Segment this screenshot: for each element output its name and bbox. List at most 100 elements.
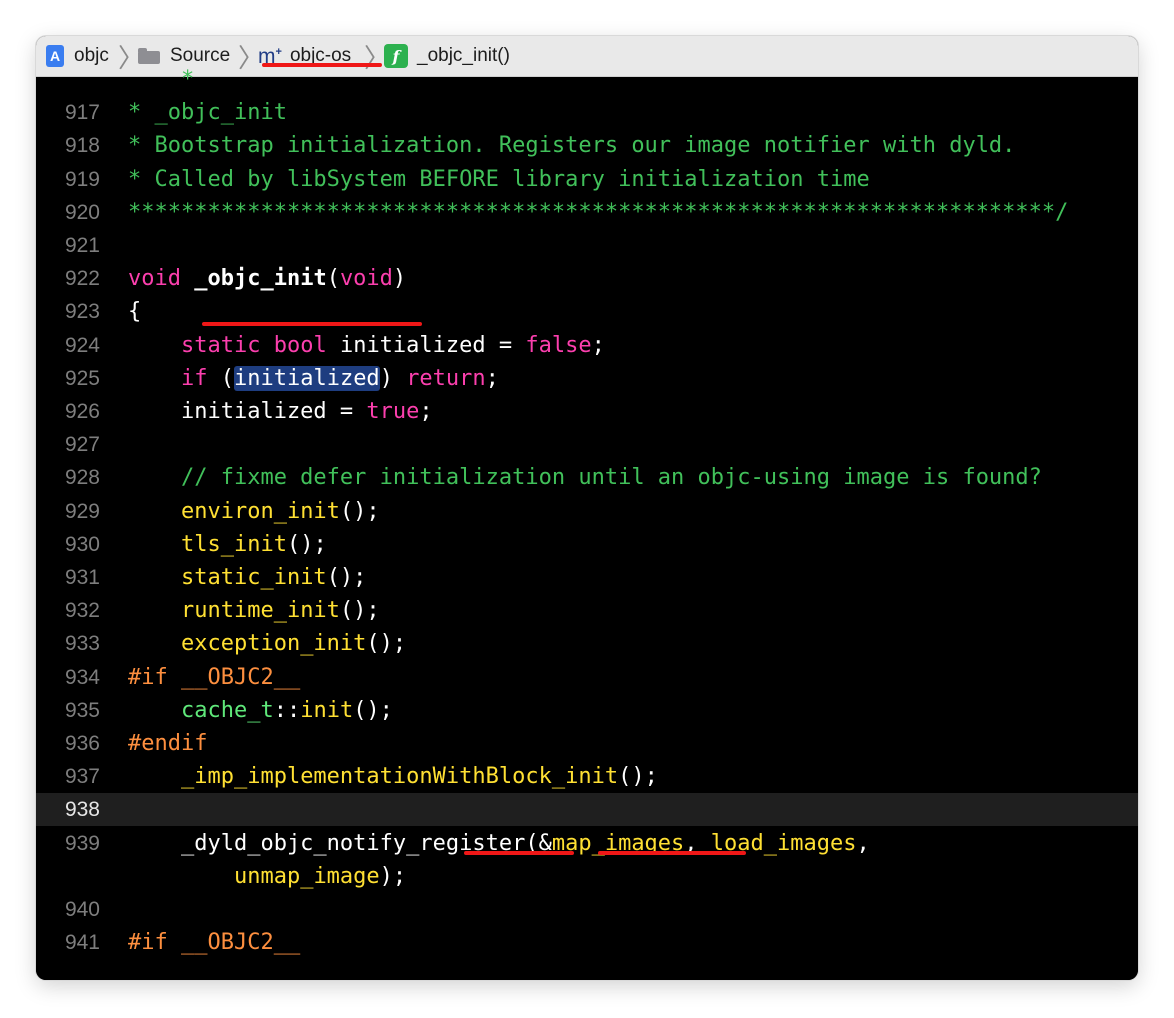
code-token: static_init (180, 565, 327, 590)
code-token: , (856, 830, 870, 856)
code-token: init (300, 697, 354, 723)
line-number: 923 (64, 300, 100, 324)
code-text: exception_init(); (128, 627, 406, 660)
code-token: ( (207, 365, 234, 391)
code-text: if (initialized) return; (128, 362, 499, 395)
code-line[interactable]: 937 _imp_implementationWithBlock_init(); (36, 760, 1138, 793)
line-number: 939 (64, 831, 100, 855)
code-token: initialized (233, 365, 380, 391)
code-token: ; (591, 332, 605, 358)
code-line[interactable]: 929 environ_init(); (36, 495, 1138, 528)
code-line[interactable]: 924 static bool initialized = false; (36, 329, 1138, 362)
code-text: unmap_image); (128, 860, 406, 893)
code-text: * (128, 63, 194, 96)
code-line[interactable]: 936 #endif (36, 727, 1138, 760)
line-number: 941 (64, 931, 100, 955)
line-number: 929 (64, 499, 100, 523)
code-line[interactable]: 926 initialized = true; (36, 395, 1138, 428)
line-number: 928 (64, 466, 100, 490)
code-token: if (180, 365, 208, 391)
line-number: 919 (64, 167, 100, 191)
code-token: environ_init (180, 498, 340, 524)
annotation-underline-map-images (598, 851, 746, 855)
line-number: 925 (64, 366, 100, 390)
code-token: unmap_image (233, 863, 380, 889)
code-token: * Called by libSystem BEFORE library ini… (128, 166, 870, 192)
code-line[interactable]: 932 runtime_init(); (36, 594, 1138, 627)
code-line[interactable]: 917 * _objc_init (36, 96, 1138, 129)
current-code-line[interactable]: 938 (36, 793, 1138, 827)
code-line[interactable]: * (36, 63, 1138, 96)
code-token: * _objc_init (128, 100, 287, 126)
code-token: exception_init (180, 631, 367, 657)
code-line[interactable]: 920 *************************************… (36, 196, 1138, 229)
code-token: (); (366, 631, 407, 657)
code-text: environ_init(); (128, 495, 380, 528)
code-token: bool (273, 332, 327, 358)
code-text: #endif (128, 727, 207, 760)
code-line[interactable]: 933 exception_init(); (36, 627, 1138, 660)
source-editor[interactable]: * 917 * _objc_init 918 * Bootstrap initializ… (36, 67, 1138, 980)
annotation-underline-function (202, 322, 422, 326)
code-text: #if __OBJC2__ (128, 661, 300, 694)
code-text: tls_init(); (128, 528, 327, 561)
code-token: true (366, 399, 420, 424)
code-line[interactable]: 934 #if __OBJC2__ (36, 661, 1138, 694)
code-text: #if __OBJC2__ (128, 926, 300, 959)
code-line[interactable]: 922 void _objc_init(void) (36, 262, 1138, 295)
code-line[interactable]: 930 tls_init(); (36, 528, 1138, 561)
code-line[interactable]: 941 #if __OBJC2__ (36, 926, 1138, 959)
code-token: void (128, 266, 181, 292)
code-line[interactable]: 940 (36, 893, 1138, 926)
line-number: 937 (64, 765, 100, 789)
code-token: tls_init (180, 531, 287, 557)
line-number: 921 (64, 234, 100, 257)
code-line[interactable]: 939 _dyld_objc_notify_register(&map_imag… (36, 827, 1138, 860)
code-token: (); (618, 764, 658, 790)
annotation-underline-register (464, 851, 574, 855)
code-line[interactable]: 919 * Called by libSystem BEFORE library … (36, 163, 1138, 196)
code-token: #endif (128, 731, 208, 756)
line-number: 920 (64, 200, 100, 224)
code-text: ****************************************… (128, 196, 1068, 229)
code-token: _objc_init (194, 266, 327, 292)
code-text: static_init(); (128, 561, 366, 594)
code-line[interactable]: 921 (36, 229, 1138, 262)
line-number: 933 (64, 632, 100, 656)
code-token: :: (273, 697, 301, 723)
code-line[interactable]: unmap_image); (36, 860, 1138, 893)
code-token: false (525, 332, 592, 358)
line-number: 930 (64, 532, 100, 556)
code-text: _imp_implementationWithBlock_init(); (128, 760, 658, 793)
line-number: 922 (64, 267, 100, 291)
code-line[interactable]: 925 if (initialized) return; (36, 362, 1138, 395)
code-text: runtime_init(); (128, 594, 380, 627)
code-line[interactable]: 927 (36, 428, 1138, 461)
code-token: void (339, 266, 393, 292)
code-token: (); (326, 565, 367, 590)
line-number: 926 (64, 400, 100, 423)
code-token: (); (286, 531, 327, 557)
code-line[interactable]: 935 cache_t::init(); (36, 694, 1138, 727)
code-token: ; (485, 365, 499, 391)
line-number: 932 (64, 599, 100, 623)
xcode-editor-window: A objc 〉 Source 〉 m+ objc-os 〉 f _objc_i… (36, 36, 1138, 980)
code-line[interactable]: 931 static_init(); (36, 561, 1138, 594)
code-text: * _objc_init (128, 96, 287, 129)
code-token: (); (353, 697, 393, 723)
code-line[interactable]: 918 * Bootstrap initialization. Registers… (36, 129, 1138, 162)
annotation-underline-file (262, 63, 382, 67)
line-number: 940 (64, 898, 100, 921)
line-number: 917 (64, 101, 100, 125)
code-token: initialized = (326, 332, 526, 358)
code-token: // fixme defer initialization until an o… (128, 465, 1042, 491)
code-token: static (180, 332, 261, 358)
code-line[interactable]: 928 // fixme defer initialization until … (36, 461, 1138, 494)
line-number: 934 (64, 665, 100, 689)
